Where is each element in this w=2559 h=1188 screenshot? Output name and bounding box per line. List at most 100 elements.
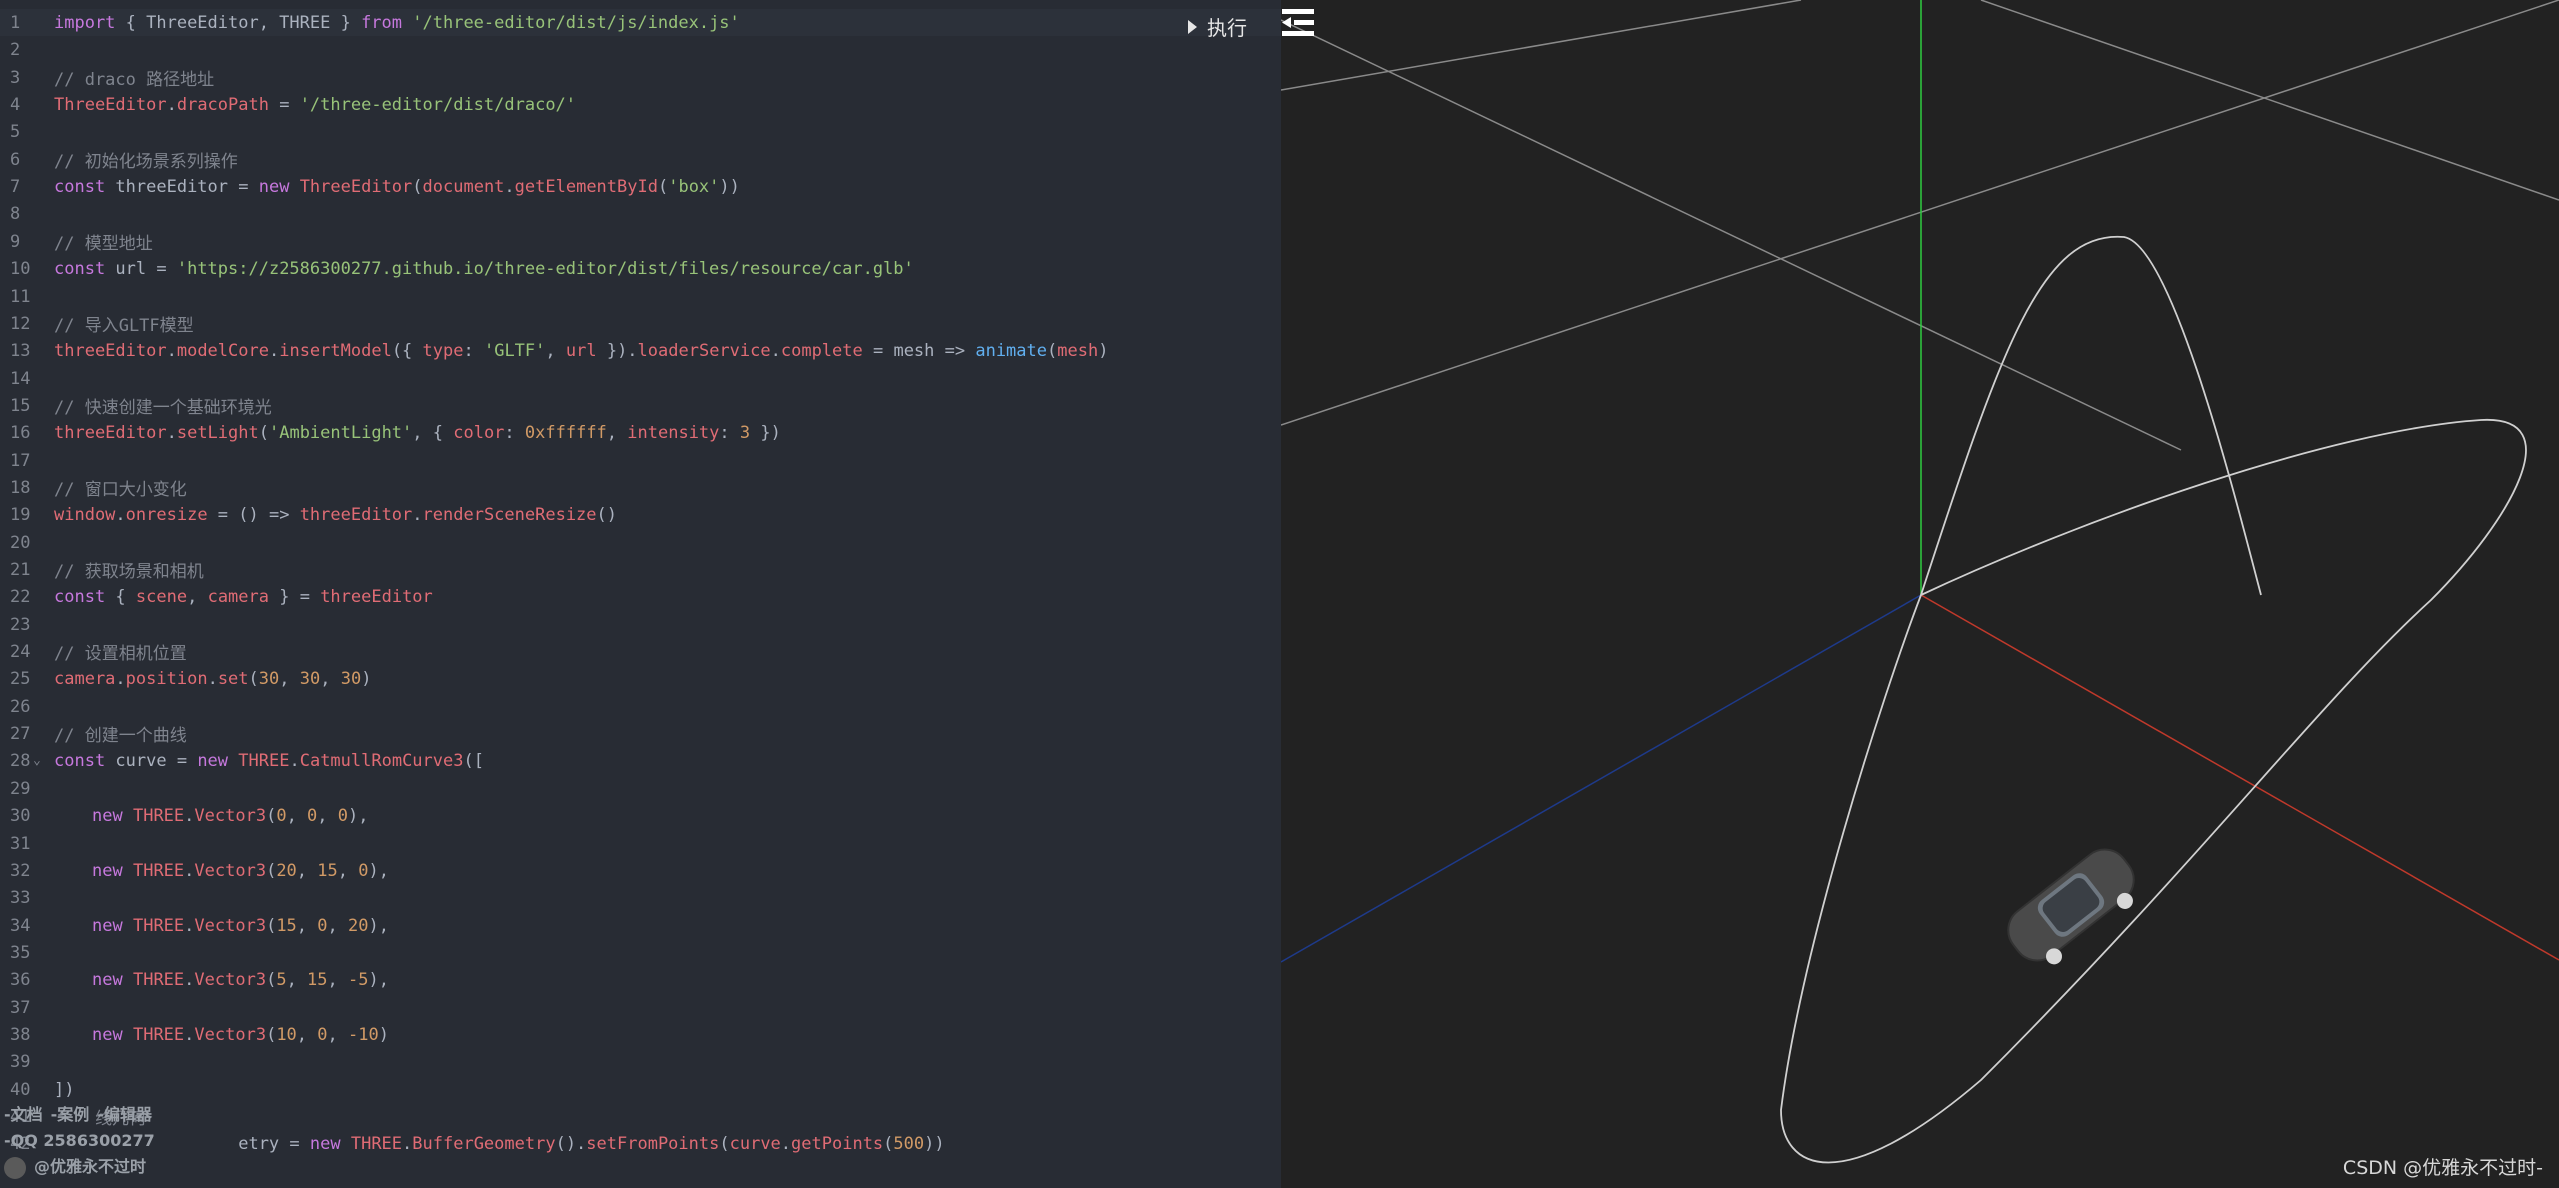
code-line[interactable]: 22 const { scene, camera } = threeEditor bbox=[0, 583, 1281, 610]
code-line[interactable]: 32 new THREE.Vector3(20, 15, 0), bbox=[0, 857, 1281, 884]
footer-author-row[interactable]: @优雅永不过时 bbox=[4, 1154, 160, 1180]
code-token: 5 bbox=[276, 969, 287, 990]
code-editor[interactable]: 1 import { ThreeEditor, THREE } from '/th… bbox=[0, 0, 1281, 1188]
code-line[interactable]: 36 new THREE.Vector3(5, 15, -5), bbox=[0, 966, 1281, 993]
code-line[interactable]: 19 window.onresize = () => threeEditor.re… bbox=[0, 501, 1281, 528]
code-line[interactable]: 13 threeEditor.modelCore.insertModel({ ty… bbox=[0, 337, 1281, 364]
code-line[interactable]: 21 // 获取场景和相机 bbox=[0, 556, 1281, 583]
code-token: , bbox=[187, 586, 208, 607]
code-line[interactable]: 30 new THREE.Vector3(0, 0, 0), bbox=[0, 802, 1281, 829]
code-line[interactable]: 34 new THREE.Vector3(15, 0, 20), bbox=[0, 912, 1281, 939]
code-line[interactable]: 31 bbox=[0, 830, 1281, 857]
code-line[interactable]: 42 etry = new THREE.BufferGeometry().set… bbox=[0, 1130, 1281, 1157]
code-token: // 快速创建一个基础环境光 bbox=[54, 398, 272, 418]
code-line[interactable]: 11 bbox=[0, 283, 1281, 310]
code-line[interactable]: 27 // 创建一个曲线 bbox=[0, 720, 1281, 747]
code-line[interactable]: 15 // 快速创建一个基础环境光 bbox=[0, 392, 1281, 419]
code-token: . bbox=[166, 340, 177, 361]
code-token: camera bbox=[54, 668, 116, 689]
3d-viewport[interactable] bbox=[1281, 0, 2559, 1188]
menu-collapse-icon[interactable] bbox=[1282, 8, 1314, 38]
code-token: setLight bbox=[176, 422, 259, 443]
line-number: 12 bbox=[10, 313, 31, 334]
code-line[interactable]: 9 // 模型地址 bbox=[0, 228, 1281, 255]
code-token: { ThreeEditor, THREE } bbox=[115, 12, 362, 33]
code-token: . bbox=[504, 176, 515, 197]
code-line[interactable]: 16 threeEditor.setLight('AmbientLight', {… bbox=[0, 419, 1281, 446]
code-token: ), bbox=[368, 860, 389, 881]
code-line[interactable]: 2 bbox=[0, 36, 1281, 63]
code-line[interactable]: 25 camera.position.set(30, 30, 30) bbox=[0, 665, 1281, 692]
code-text: // draco 路径地址 bbox=[34, 65, 214, 90]
code-line[interactable]: 23 bbox=[0, 611, 1281, 638]
code-line[interactable]: 10 const url = 'https://z2586300277.githu… bbox=[0, 255, 1281, 282]
code-token: threeEditor bbox=[299, 504, 413, 525]
code-token: 500 bbox=[893, 1133, 925, 1154]
code-token: ( bbox=[266, 969, 277, 990]
grid-line bbox=[1281, 19, 2182, 451]
code-token: , bbox=[286, 969, 308, 990]
footer-link-docs[interactable]: -文档 bbox=[4, 1105, 43, 1124]
code-text: new THREE.Vector3(5, 15, -5), bbox=[34, 970, 389, 990]
code-line[interactable]: 4 ThreeEditor.dracoPath = '/three-editor/… bbox=[0, 91, 1281, 118]
code-line[interactable]: 37 bbox=[0, 994, 1281, 1021]
code-line[interactable]: 26 bbox=[0, 693, 1281, 720]
code-token: , { bbox=[412, 422, 454, 443]
code-token: 'box' bbox=[668, 176, 720, 197]
code-token: // 创建一个曲线 bbox=[54, 726, 187, 746]
code-text: ]) bbox=[34, 1080, 74, 1100]
car-model bbox=[2007, 848, 2135, 965]
avatar bbox=[4, 1156, 26, 1179]
code-token: 0 bbox=[317, 915, 328, 936]
code-token: , bbox=[296, 860, 318, 881]
code-line[interactable]: 18 // 窗口大小变化 bbox=[0, 474, 1281, 501]
code-line[interactable]: 6 // 初始化场景系列操作 bbox=[0, 146, 1281, 173]
code-token: ( bbox=[883, 1133, 894, 1154]
code-token: , bbox=[337, 860, 359, 881]
code-line[interactable]: 17 bbox=[0, 447, 1281, 474]
code-token: // 获取场景和相机 bbox=[54, 562, 204, 582]
code-text: // 初始化场景系列操作 bbox=[34, 147, 238, 172]
code-line[interactable]: 7 const threeEditor = new ThreeEditor(doc… bbox=[0, 173, 1281, 200]
code-line[interactable]: 20 bbox=[0, 529, 1281, 556]
code-line[interactable]: 24 // 设置相机位置 bbox=[0, 638, 1281, 665]
line-number: 7 bbox=[10, 176, 21, 197]
code-line[interactable]: 1 import { ThreeEditor, THREE } from '/th… bbox=[0, 9, 1281, 36]
fold-chevron-icon[interactable]: ⌄ bbox=[33, 753, 41, 768]
line-number: 20 bbox=[10, 532, 31, 553]
code-token: = mesh => bbox=[862, 340, 976, 361]
line-number: 10 bbox=[10, 258, 31, 279]
code-line[interactable]: 33 bbox=[0, 884, 1281, 911]
code-line[interactable]: 12 // 导入GLTF模型 bbox=[0, 310, 1281, 337]
code-token: ), bbox=[368, 969, 389, 990]
run-button[interactable]: 执行 bbox=[1188, 12, 1247, 41]
code-token: getElementById bbox=[514, 176, 658, 197]
code-line[interactable]: 29 bbox=[0, 775, 1281, 802]
code-token: , bbox=[545, 340, 566, 361]
code-line[interactable]: 39 bbox=[0, 1048, 1281, 1075]
code-token: , bbox=[606, 422, 628, 443]
footer-link-examples[interactable]: -案例 bbox=[51, 1105, 90, 1124]
code-line[interactable]: 40]) bbox=[0, 1076, 1281, 1103]
code-line[interactable]: 41 线几何 bbox=[0, 1103, 1281, 1130]
code-line[interactable]: 38 new THREE.Vector3(10, 0, -10) bbox=[0, 1021, 1281, 1048]
code-line[interactable]: 3 // draco 路径地址 bbox=[0, 64, 1281, 91]
code-line[interactable]: 14 bbox=[0, 365, 1281, 392]
code-text: // 模型地址 bbox=[34, 229, 153, 254]
code-token: 30 bbox=[299, 668, 321, 689]
code-line[interactable]: 5 bbox=[0, 118, 1281, 145]
code-token: window bbox=[54, 504, 116, 525]
code-line[interactable]: 8 bbox=[0, 200, 1281, 227]
code-token: THREE bbox=[238, 750, 290, 771]
code-line[interactable]: 28 ⌄ const curve = new THREE.CatmullRomCur… bbox=[0, 747, 1281, 774]
line-number: 2 bbox=[10, 39, 21, 60]
line-number: 40 bbox=[10, 1079, 31, 1100]
line-number: 34 bbox=[10, 915, 31, 936]
footer-link-editor[interactable]: -编辑器 bbox=[97, 1105, 152, 1124]
code-token: threeEditor bbox=[54, 340, 167, 361]
code-token: const bbox=[54, 586, 106, 607]
line-number: 37 bbox=[10, 997, 31, 1018]
code-token: const bbox=[54, 258, 106, 279]
code-line[interactable]: 35 bbox=[0, 939, 1281, 966]
code-token: . bbox=[412, 504, 423, 525]
